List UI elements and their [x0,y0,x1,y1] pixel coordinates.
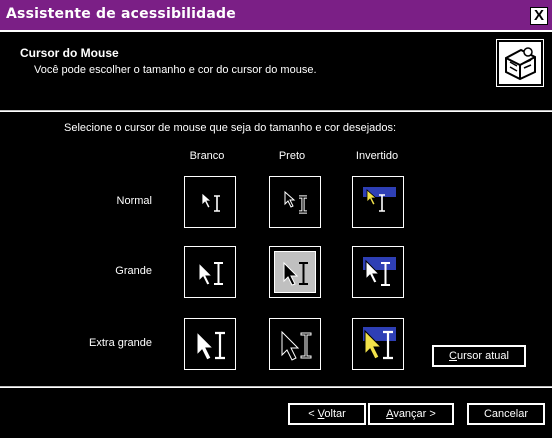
header-divider [0,110,552,112]
arrow-cursor-icon [198,261,214,286]
window-title: Assistente de acessibilidade [6,6,236,22]
accessibility-wizard-icon [496,39,544,87]
arrow-cursor-icon [196,330,215,361]
arrow-cursor-icon [283,261,299,286]
cursor-option-grande-invertido[interactable] [352,246,404,298]
cursor-option-extra-grande-invertido[interactable] [352,318,404,370]
back-button[interactable]: < Voltar [288,403,366,425]
back-label: oltar [324,408,346,420]
cursor-option-normal-invertido[interactable] [352,176,404,228]
current-cursor-accel: C [449,350,457,362]
cursor-option-grande-preto[interactable] [269,246,321,298]
next-button[interactable]: Avançar > [368,403,454,425]
column-header-branco: Branco [189,150,225,162]
page-title: Cursor do Mouse [20,46,119,60]
column-header-preto: Preto [278,150,306,162]
column-header-invertido: Invertido [355,150,399,162]
row-label-normal: Normal [116,195,152,207]
ibeam-cursor-icon [299,262,308,285]
cursor-option-extra-grande-preto[interactable] [269,318,321,370]
footer-divider [0,386,552,388]
cursor-option-normal-preto[interactable] [269,176,321,228]
current-cursor-button[interactable]: Cursor atual [432,345,526,367]
ibeam-cursor-icon [214,195,220,212]
cancel-button[interactable]: Cancelar [467,403,545,425]
arrow-cursor-icon [284,190,296,208]
row-label-extra-grande: Extra grande [89,337,152,349]
back-prefix: < [308,408,318,420]
arrow-cursor-icon [281,330,300,361]
title-bar: Assistente de acessibilidade X [0,0,552,32]
close-icon: X [533,7,544,24]
cancel-label: Cancelar [483,408,529,420]
ibeam-cursor-icon [214,262,223,285]
wizard-header: Cursor do Mouse Você pode escolher o tam… [0,32,552,110]
page-description: Você pode escolher o tamanho e cor do cu… [34,64,317,76]
cursor-option-grande-branco[interactable] [184,246,236,298]
ibeam-cursor-icon [300,332,312,359]
close-button[interactable]: X [530,7,548,25]
row-label-grande: Grande [115,265,152,277]
next-label: vançar > [393,408,436,420]
cursor-option-normal-branco[interactable] [184,176,236,228]
arrow-cursor-icon [201,192,213,209]
instruction-text: Selecione o cursor de mouse que seja do … [64,122,397,134]
accessibility-wizard-window: Assistente de acessibilidade X Cursor do… [0,0,552,438]
ibeam-cursor-icon [215,331,225,360]
current-cursor-label: ursor atual [456,350,509,362]
cursor-option-extra-grande-branco[interactable] [184,318,236,370]
ibeam-cursor-icon [379,194,385,212]
